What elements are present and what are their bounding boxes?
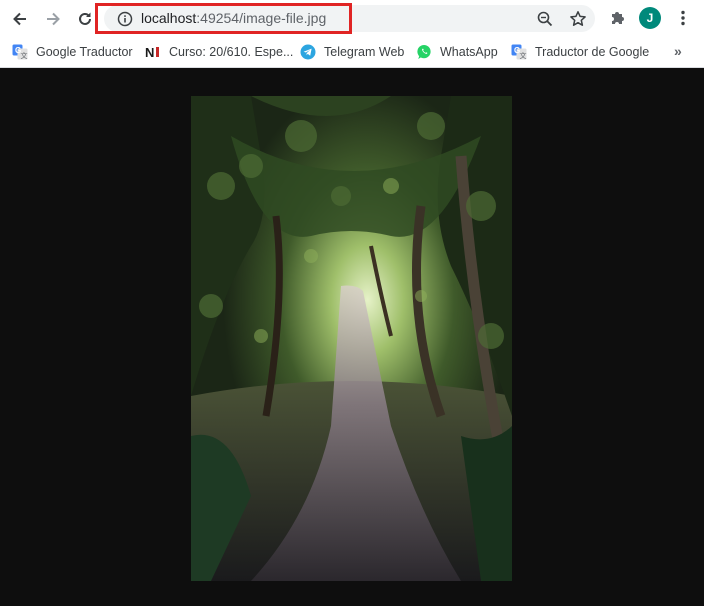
bookmark-label: Telegram Web	[324, 45, 405, 59]
svg-text:文: 文	[21, 51, 28, 60]
image-viewer	[0, 68, 704, 606]
address-bar[interactable]: localhost:49254/image-file.jpg	[104, 5, 595, 32]
google-translate-icon: G 文	[12, 44, 28, 60]
bookmark-label: Google Traductor	[36, 45, 133, 59]
url-path: :49254/image-file.jpg	[196, 10, 327, 26]
google-translate-icon: G 文	[511, 44, 527, 60]
reload-button[interactable]	[72, 6, 98, 32]
info-icon[interactable]	[116, 10, 134, 28]
bookmark-telegram-web[interactable]: Telegram Web	[300, 42, 404, 62]
bookmark-whatsapp[interactable]: WhatsApp	[416, 42, 498, 62]
reload-icon	[79, 12, 91, 25]
profile-avatar[interactable]: J	[639, 7, 661, 29]
zoom-icon[interactable]	[535, 9, 555, 29]
displayed-image[interactable]	[191, 96, 512, 581]
bookmarks-overflow-button[interactable]: »	[674, 43, 682, 59]
svg-text:N: N	[145, 45, 154, 60]
url-text[interactable]: localhost:49254/image-file.jpg	[141, 10, 326, 27]
kebab-menu-icon[interactable]	[673, 8, 693, 28]
puzzle-icon[interactable]	[608, 8, 628, 28]
bookmark-curso[interactable]: N Curso: 20/610. Espe...	[145, 42, 293, 62]
bookmark-label: Traductor de Google	[535, 45, 650, 59]
bookmark-google-traductor[interactable]: G 文 Google Traductor	[12, 42, 133, 62]
back-arrow-icon	[13, 12, 26, 26]
browser-toolbar: localhost:49254/image-file.jpg J	[0, 0, 704, 37]
ni-logo-icon: N	[145, 45, 159, 60]
bookmark-star-icon[interactable]	[568, 9, 588, 29]
bookmark-label: WhatsApp	[440, 45, 498, 59]
url-host: localhost	[141, 10, 197, 26]
svg-text:文: 文	[520, 51, 527, 60]
bookmarks-bar: G 文 Google Traductor N Curso: 20/610. Es…	[0, 37, 704, 68]
bookmark-label: Curso: 20/610. Espe...	[169, 45, 294, 59]
forest-path-photo	[191, 96, 512, 581]
back-button[interactable]	[7, 6, 33, 32]
forward-button[interactable]	[40, 6, 66, 32]
whatsapp-icon	[417, 45, 431, 59]
telegram-icon	[300, 44, 316, 60]
forward-arrow-icon	[47, 12, 60, 26]
bookmark-traductor-de-google[interactable]: G 文 Traductor de Google	[511, 42, 649, 62]
